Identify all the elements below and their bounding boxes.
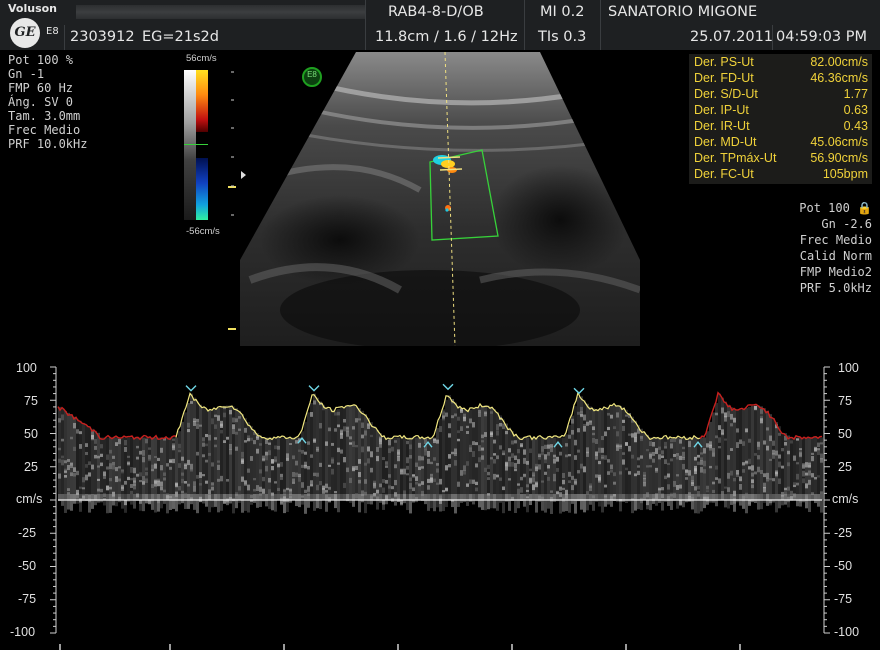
- param-prf: PRF 10.0kHz: [8, 137, 88, 151]
- peak-systole-cursor-icon: [185, 385, 197, 392]
- pw-param-prf: PRF 5.0kHz: [799, 281, 872, 295]
- pw-param-power: Pot 100 🔒: [799, 201, 872, 215]
- measurement-row: Der. PS-Ut 82.00cm/s: [694, 55, 868, 69]
- right-parameter-panel: Pot 100 🔒 Gn -2.6 Frec Medio Calid Norm …: [799, 200, 872, 296]
- mechanical-index: MI 0.2: [540, 4, 585, 20]
- tick-right-m100: -100: [834, 625, 860, 639]
- probe-marker-label: E8: [307, 70, 317, 79]
- measurement-row: Der. FC-Ut 105bpm: [694, 167, 868, 181]
- ge-logo-icon: GE: [10, 18, 40, 48]
- exam-time: 04:59:03 PM: [776, 29, 867, 45]
- cell-divider: [772, 25, 773, 50]
- patient-id: 2303912: [70, 29, 135, 45]
- tick-left-50: 50: [24, 427, 38, 441]
- tick-right-m25: -25: [834, 526, 853, 540]
- left-parameter-panel: Pot 100 % Gn -1 FMP 60 Hz Áng. SV 0 Tam.…: [8, 53, 87, 151]
- param-size: Tam. 3.0mm: [8, 109, 81, 123]
- tick-right-m50: -50: [834, 559, 853, 573]
- cell-divider: [365, 0, 366, 50]
- param-power: Pot 100 %: [8, 53, 74, 67]
- measurement-row: Der. IR-Ut 0.43: [694, 119, 868, 133]
- tick-left-m25: -25: [18, 526, 37, 540]
- measurement-panel: Der. PS-Ut 82.00cm/s Der. FD-Ut 46.36cm/s …: [689, 54, 872, 184]
- pw-param-quality: Calid Norm: [799, 249, 872, 263]
- peak-systole-cursor-icon: [442, 383, 454, 391]
- tick-right-25: 25: [838, 460, 852, 474]
- param-frequency: Frec Medio: [8, 123, 81, 137]
- measurement-row: Der. S/D-Ut 1.77: [694, 87, 868, 101]
- peak-systole-cursor-icon: [573, 387, 585, 395]
- tick-left-100: 100: [16, 361, 37, 375]
- spectral-doppler-display[interactable]: [0, 350, 880, 650]
- tick-right-75: 75: [838, 394, 852, 408]
- pw-param-gain: Gn -2.6: [821, 217, 872, 231]
- peak-systole-cursor-icon: [308, 385, 320, 392]
- tick-left-m75: -75: [18, 592, 37, 606]
- param-fmp: FMP 60 Hz: [8, 81, 74, 95]
- cell-divider: [600, 0, 601, 50]
- color-scale-bottom-label: -56cm/s: [186, 226, 220, 237]
- tick-right-m75: -75: [834, 592, 853, 606]
- tick-left-75: 75: [24, 394, 38, 408]
- pw-param-fmp: FMP Medio2: [799, 265, 872, 279]
- tick-right-unit: cm/s: [832, 492, 859, 506]
- preset-label: RAB4-8-D/OB: [388, 4, 484, 20]
- tick-right-100: 100: [838, 361, 859, 375]
- tick-left-m50: -50: [18, 559, 37, 573]
- institution-name: SANATORIO MIGONE: [608, 4, 758, 20]
- exam-date: 25.07.2011: [690, 29, 774, 45]
- header-bar: Voluson GE E8 2303912 EG=21s2d RAB4-8-D/…: [0, 0, 880, 50]
- brand-label: Voluson: [8, 2, 58, 15]
- measurement-row: Der. IP-Ut 0.63: [694, 103, 868, 117]
- gestational-age: EG=21s2d: [142, 29, 219, 45]
- cell-divider: [64, 25, 65, 50]
- pw-param-frequency: Frec Medio: [799, 233, 872, 247]
- measurement-row: Der. MD-Ut 45.06cm/s: [694, 135, 868, 149]
- measurement-row: Der. TPmáx-Ut 56.90cm/s: [694, 151, 868, 165]
- color-velocity-bar: [184, 70, 211, 220]
- tick-left-unit: cm/s: [16, 492, 43, 506]
- name-field-redacted: [76, 5, 366, 19]
- thermal-index: TIs 0.3: [538, 29, 587, 45]
- param-angle: Áng. SV 0: [8, 95, 74, 109]
- param-gain: Gn -1: [8, 67, 45, 81]
- tick-right-50: 50: [838, 427, 852, 441]
- tick-left-m100: -100: [10, 625, 36, 639]
- tick-left-25: 25: [24, 460, 38, 474]
- cell-divider: [524, 0, 525, 50]
- model-label: E8: [46, 26, 59, 37]
- depth-frequency: 11.8cm / 1.6 / 12Hz: [375, 29, 518, 45]
- measurement-row: Der. FD-Ut 46.36cm/s: [694, 71, 868, 85]
- color-scale-top-label: 56cm/s: [186, 53, 217, 64]
